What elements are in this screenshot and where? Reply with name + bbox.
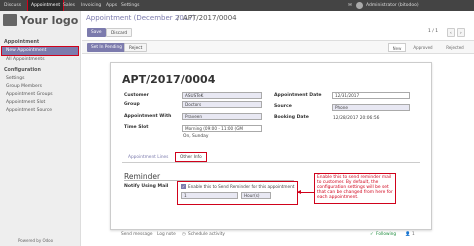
customer-label: Customer — [124, 93, 149, 98]
reminder-value-field[interactable]: 1 — [181, 192, 238, 199]
sidebar-item-all-appointments[interactable]: All Appointments — [0, 56, 80, 64]
reminder-checkbox[interactable]: ✓ — [181, 184, 186, 189]
status-new[interactable]: New — [388, 43, 406, 52]
status-approved[interactable]: Approved — [409, 43, 437, 52]
followers-count[interactable]: 1 — [412, 232, 415, 237]
time-slot-field[interactable]: Morning (09:00 - 11:00 (GM — [182, 125, 262, 132]
booking-date-label: Booking Date — [274, 115, 309, 120]
reminder-checkbox-label: Enable this to Send Reminder for this ap… — [188, 184, 295, 189]
avatar[interactable] — [356, 2, 363, 9]
reminder-unit-select[interactable]: Hour(s) — [241, 192, 271, 199]
set-in-pending-button[interactable]: Set In Pending — [87, 43, 126, 52]
appointment-with-field[interactable]: Praveen — [182, 113, 262, 120]
source-label: Source — [274, 104, 292, 109]
pager-prev-button[interactable]: ‹ — [447, 28, 455, 37]
schedule-activity-button[interactable]: Schedule activity — [188, 232, 225, 237]
sidebar-item-appointment-source[interactable]: Appointment Source — [0, 107, 80, 115]
followers-icon: 👤 — [405, 232, 411, 237]
following-button[interactable]: Following — [376, 232, 396, 237]
powered-by: Powered by Odoo — [18, 238, 54, 243]
sidebar-item-new-appointment[interactable]: New Appointment — [1, 46, 79, 56]
discard-button[interactable]: Discard — [106, 28, 133, 37]
topnav-appointment[interactable]: Appointment — [26, 0, 65, 12]
source-field[interactable]: Phone — [332, 104, 410, 111]
sidebar-heading-configuration: Configuration — [4, 68, 41, 73]
chat-icon[interactable]: ✉ — [346, 0, 354, 11]
appointment-date-field[interactable]: 12/31/2017 — [332, 92, 410, 99]
topnav-invoicing[interactable]: Invoicing — [81, 0, 101, 11]
topnav-discuss[interactable]: Discuss — [4, 0, 21, 11]
customer-field[interactable]: ASUSTeK — [182, 92, 262, 99]
group-field[interactable]: Doctors — [182, 101, 262, 108]
sidebar-item-settings[interactable]: Settings — [0, 75, 80, 83]
topnav-apps[interactable]: Apps — [106, 0, 117, 11]
appointment-date-label: Appointment Date — [274, 93, 322, 98]
send-message-button[interactable]: Send message — [121, 232, 153, 237]
reject-button[interactable]: Reject — [124, 43, 148, 52]
topnav-settings[interactable]: Settings — [121, 0, 139, 11]
pager: 1 / 1 — [428, 29, 439, 34]
notify-using-mail-label: Notify Using Mail — [124, 184, 169, 189]
save-button[interactable]: Save — [87, 28, 106, 37]
log-note-button[interactable]: Log note — [157, 232, 176, 237]
sidebar-item-group-members[interactable]: Group Members — [0, 83, 80, 91]
clock-icon: ◷ — [182, 232, 186, 237]
sidebar-item-appointment-groups[interactable]: Appointment Groups — [0, 91, 80, 99]
time-slot-day: On, Sunday — [183, 134, 209, 139]
tab-other-info[interactable]: Other Info — [175, 152, 207, 162]
check-icon: ✓ — [370, 232, 374, 237]
annotation-arrow-head — [297, 190, 301, 194]
group-label: Group — [124, 102, 140, 107]
breadcrumb-separator: / — [177, 14, 180, 22]
breadcrumb-current: APT/2017/0004 — [183, 14, 237, 22]
form-title: APT/2017/0004 — [122, 73, 216, 86]
sidebar-item-appointment-slot[interactable]: Appointment Slot — [0, 99, 80, 107]
booking-date-value: 12/28/2017 20:06:56 — [333, 116, 380, 121]
sidebar-heading-appointment: Appointment — [4, 40, 40, 45]
pager-next-button[interactable]: › — [457, 28, 465, 37]
appointment-with-label: Appointment With — [124, 114, 172, 119]
logo-text: Your logo — [20, 14, 79, 27]
user-menu[interactable]: Administrator (bitodoo) — [366, 0, 419, 11]
status-rejected[interactable]: Rejected — [441, 43, 469, 52]
annotation-box: Enable this to send reminder mail to cus… — [314, 173, 396, 204]
logo-icon — [3, 14, 17, 26]
topnav-sales[interactable]: Sales — [63, 0, 75, 11]
tab-appointment-lines[interactable]: Appointment Lines — [128, 153, 168, 163]
time-slot-label: Time Slot — [124, 125, 149, 130]
